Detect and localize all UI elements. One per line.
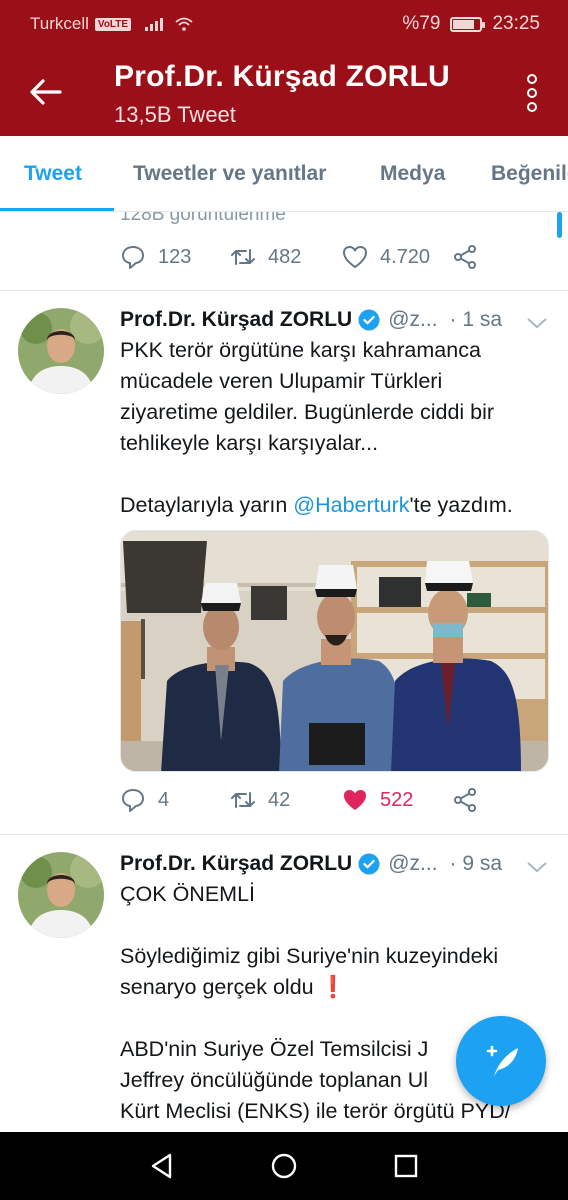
author-name[interactable]: Prof.Dr. Kürşad ZORLU [120,308,352,332]
retweet-count: 482 [268,245,302,268]
tweet-text-line: Söylediğimiz gibi Suriye'nin kuzeyindeki [120,944,499,968]
tweet-text: PKK terör örgütüne karşı kahramanca müca… [120,335,548,521]
retweet-button[interactable]: 482 [230,244,342,270]
carrier-label: Turkcell [30,14,89,33]
tab-media[interactable]: Medya [380,162,445,186]
compose-tweet-button[interactable] [456,1016,546,1106]
tweet-text-fragment: senaryo gerçek oldu [120,975,314,999]
share-icon[interactable] [452,787,478,813]
signal-icon [145,17,164,31]
system-nav-bar [0,1132,568,1200]
volte-badge: VoLTE [94,17,132,31]
like-count: 4.720 [380,245,431,268]
nav-recents-icon[interactable] [392,1152,420,1180]
tweet-text-line: Detaylarıyla yarın @Haberturk'te yazdım. [120,490,548,521]
author-handle: @z... [388,308,438,331]
verified-badge-icon [358,853,380,875]
scrollbar[interactable] [557,212,562,238]
arrow-left-icon[interactable] [28,76,62,108]
wifi-icon [175,17,193,31]
reply-count: 123 [158,245,192,268]
reply-button[interactable]: 4 [120,787,230,813]
nav-home-icon[interactable] [270,1152,298,1180]
reply-icon [122,246,144,269]
chevron-down-icon[interactable] [526,316,548,330]
tweet-text-fragment: 'te yazdım. [409,493,513,517]
profile-header: Prof.Dr. Kürşad ZORLU 13,5B Tweet [0,48,568,136]
view-count: 128B görüntülenme [120,212,286,225]
compose-feather-icon [486,1045,518,1076]
mention-link[interactable]: @Haberturk [293,493,409,517]
heart-icon [343,246,367,268]
tweet-card[interactable]: Prof.Dr. Kürşad ZORLU @z... · 1 sa PKK t… [0,291,568,835]
tweet-text-line: ziyaretime geldiler. Bugünlerde ciddi bi… [120,400,495,424]
tweet-text-line: mücadele veren Ulupamir Türkleri [120,369,443,393]
tweet-actions: 123 482 4.720 [120,244,478,270]
tweet-text-fragment: Detaylarıyla yarın [120,493,294,517]
tab-tweets[interactable]: Tweet [24,162,82,186]
tweet-text-line: ÇOK ÖNEMLİ [120,882,255,906]
avatar[interactable] [18,852,104,938]
tweet-photo[interactable] [120,530,549,772]
clock: 23:25 [492,13,540,34]
tweet-header: Prof.Dr. Kürşad ZORLU @z... · 1 sa [120,308,502,332]
status-bar: Turkcell VoLTE %79 23:25 [0,0,568,48]
tab-likes[interactable]: Beğeniler [491,162,568,186]
retweet-button[interactable]: 42 [230,787,342,813]
tweet-time: · 9 sa [449,852,503,875]
like-button[interactable]: 4.720 [342,244,452,270]
profile-tabs: Tweet Tweetler ve yanıtlar Medya Beğenil… [0,136,568,212]
tweet-header: Prof.Dr. Kürşad ZORLU @z... · 9 sa [120,852,502,876]
verified-badge-icon [358,309,380,331]
retweet-icon [231,792,255,808]
tweet-text-line: tehlikeyle karşı karşıyalar... [120,431,379,455]
retweet-count: 42 [268,788,291,811]
author-handle: @z... [388,852,438,875]
author-name[interactable]: Prof.Dr. Kürşad ZORLU [120,852,352,876]
retweet-icon [231,249,255,265]
tweet-text-line: senaryo gerçek oldu ❗ [120,972,548,1003]
tweet-actions: 4 42 522 [120,787,478,813]
share-icon[interactable] [452,244,478,270]
exclamation-emoji: ❗ [319,975,347,999]
tweet-text-line: PKK terör örgütüne karşı kahramanca [120,338,481,362]
tweet-count: 13,5B Tweet [114,102,236,127]
tab-tweets-and-replies[interactable]: Tweetler ve yanıtlar [133,162,326,186]
overflow-menu-icon[interactable] [526,74,538,112]
battery-icon [450,16,486,32]
avatar[interactable] [18,308,104,394]
like-count: 522 [380,788,414,811]
reply-button[interactable]: 123 [120,244,230,270]
like-button[interactable]: 522 [342,787,452,813]
tweet-feed[interactable]: 128B görüntülenme 123 482 4.720 Prof.Dr.… [0,212,568,1132]
reply-count: 4 [158,788,170,811]
heart-filled-icon [344,790,366,810]
nav-back-icon[interactable] [148,1152,176,1180]
tweet-time: · 1 sa [449,308,503,331]
battery-percent: %79 [402,13,441,34]
reply-icon [122,789,144,812]
profile-title: Prof.Dr. Kürşad ZORLU [114,60,450,93]
chevron-down-icon[interactable] [526,860,548,874]
